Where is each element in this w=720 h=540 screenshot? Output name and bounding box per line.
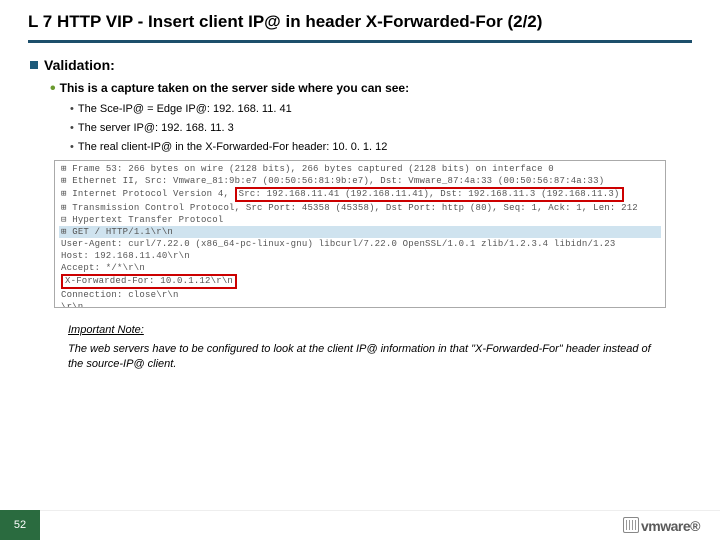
packet-capture-box: ⊞ Frame 53: 266 bytes on wire (2128 bits… [54,160,666,308]
logo-box-icon [623,517,639,533]
capture-line: ⊟ Hypertext Transfer Protocol [59,214,661,226]
bullet-icon: • [70,103,74,115]
bullet-text: The real client-IP@ in the X-Forwarded-F… [78,141,388,153]
capture-line: \r\n [59,301,661,308]
intro-line: • This is a capture taken on the server s… [50,81,692,95]
highlight-xff: X-Forwarded-For: 10.0.1.12\r\n [61,274,237,289]
vmware-logo: vmware® [623,517,700,534]
slide-title: L 7 HTTP VIP - Insert client IP@ in head… [28,12,692,43]
bullet-item: • The real client-IP@ in the X-Forwarded-… [70,141,692,153]
footer-bar: vmware® [40,510,720,540]
section-heading-text: Validation: [44,57,115,73]
capture-line: ⊞ Frame 53: 266 bytes on wire (2128 bits… [59,163,661,175]
bullet-item: • The server IP@: 192. 168. 11. 3 [70,122,692,134]
note-body: The web servers have to be configured to… [68,342,652,372]
capture-line: ⊞ Ethernet II, Src: Vmware_81:9b:e7 (00:… [59,175,661,187]
capture-line: User-Agent: curl/7.22.0 (x86_64-pc-linux… [59,238,661,250]
bullet-text: The Sce-IP@ = Edge IP@: 192. 168. 11. 41 [78,103,292,115]
capture-line: Host: 192.168.11.40\r\n [59,250,661,262]
page-number: 52 [0,510,40,540]
bullet-icon: • [70,141,74,153]
bullet-text: The server IP@: 192. 168. 11. 3 [78,122,234,134]
slide-footer: 52 vmware® [0,510,720,540]
bullet-dot-icon: • [50,80,56,97]
capture-line: Accept: */*\r\n [59,262,661,274]
highlight-src-dst: Src: 192.168.11.41 (192.168.11.41), Dst:… [235,187,624,202]
logo-text: vmware [641,518,690,534]
bullet-icon: • [70,122,74,134]
bullet-item: • The Sce-IP@ = Edge IP@: 192. 168. 11. 4… [70,103,692,115]
capture-line-selected: ⊞ GET / HTTP/1.1\r\n [59,226,661,238]
note-heading: Important Note: [68,324,692,336]
intro-text: This is a capture taken on the server si… [60,81,409,95]
capture-line: ⊞ Transmission Control Protocol, Src Por… [59,202,661,214]
square-bullet-icon [30,61,38,69]
capture-line: X-Forwarded-For: 10.0.1.12\r\n [59,274,661,289]
capture-line: Connection: close\r\n [59,289,661,301]
section-heading: Validation: [30,57,692,73]
capture-line: ⊞ Internet Protocol Version 4, Src: 192.… [59,187,661,202]
capture-text: ⊞ Internet Protocol Version 4, [61,189,235,199]
